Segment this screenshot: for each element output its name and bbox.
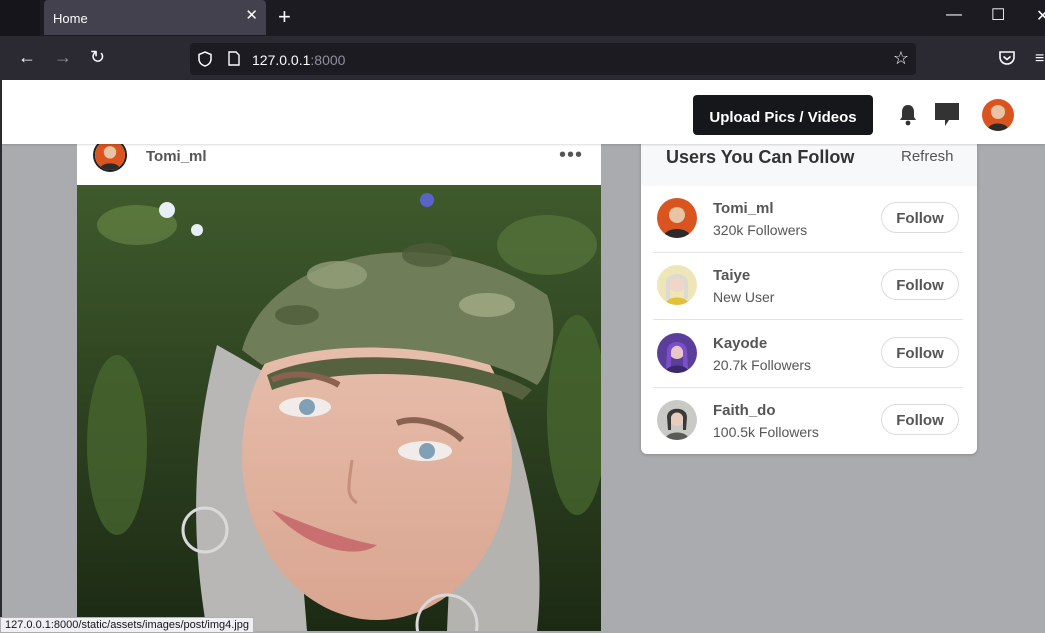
follow-button[interactable]: Follow: [881, 337, 959, 368]
user-followers: 320k Followers: [713, 222, 808, 238]
suggestions-title: Users You Can Follow: [666, 147, 855, 167]
suggestion-row: Tomi_ml 320k Followers Follow: [641, 186, 977, 253]
url-bar[interactable]: 127.0.0.1:8000 ☆: [190, 43, 916, 75]
browser-tab-bar: Home ✕ + — ☐ ✕: [0, 0, 1045, 36]
maximize-icon[interactable]: ☐: [991, 5, 1005, 25]
user-followers: 20.7k Followers: [713, 357, 812, 373]
close-window-icon[interactable]: ✕: [1036, 6, 1045, 26]
url-text[interactable]: 127.0.0.1:8000: [252, 52, 345, 68]
upload-button[interactable]: Upload Pics / Videos: [693, 95, 873, 135]
user-avatar[interactable]: [657, 265, 697, 305]
back-icon[interactable]: ←: [18, 47, 36, 68]
refresh-link[interactable]: Refresh: [901, 148, 954, 165]
suggestions-card: Users You Can Follow Refresh Tomi_ml 320…: [641, 130, 977, 454]
post-card: Tomi_ml •••: [77, 130, 601, 631]
reload-icon[interactable]: ↻: [90, 47, 105, 68]
user-name[interactable]: Faith_do: [713, 402, 776, 419]
post-username[interactable]: Tomi_ml: [146, 148, 207, 165]
suggestion-row: Kayode 20.7k Followers Follow: [641, 321, 977, 388]
app-header: Upload Pics / Videos: [2, 80, 1045, 144]
user-avatar[interactable]: [657, 400, 697, 440]
user-name[interactable]: Taiye: [713, 267, 750, 284]
menu-icon[interactable]: ≡: [1035, 50, 1044, 68]
user-followers: 100.5k Followers: [713, 424, 819, 440]
new-tab-icon[interactable]: +: [278, 4, 291, 30]
tab-title: Home: [53, 11, 88, 26]
more-options-icon[interactable]: •••: [559, 144, 583, 167]
suggestion-row: Faith_do 100.5k Followers Follow: [641, 388, 977, 454]
page-icon: [228, 51, 240, 66]
follow-button[interactable]: Follow: [881, 202, 959, 233]
status-bar-link-preview: 127.0.0.1:8000/static/assets/images/post…: [0, 617, 254, 632]
close-tab-icon[interactable]: ✕: [245, 6, 258, 24]
minimize-icon[interactable]: —: [946, 6, 962, 24]
browser-tab-home[interactable]: Home ✕: [44, 0, 266, 35]
user-avatar[interactable]: [657, 333, 697, 373]
tab-bar-spacer: [0, 0, 40, 36]
shield-icon[interactable]: [198, 51, 212, 67]
suggestion-row: Taiye New User Follow: [641, 253, 977, 320]
bell-icon[interactable]: [898, 104, 918, 126]
post-photo[interactable]: [77, 185, 601, 631]
user-name[interactable]: Tomi_ml: [713, 200, 774, 217]
page-content: Upload Pics / Videos Tomi_ml ••• Users Y…: [2, 80, 1045, 631]
message-icon[interactable]: [934, 102, 960, 128]
pocket-icon[interactable]: [998, 50, 1016, 66]
forward-icon[interactable]: →: [54, 47, 72, 68]
follow-button[interactable]: Follow: [881, 269, 959, 300]
follow-button[interactable]: Follow: [881, 404, 959, 435]
profile-avatar[interactable]: [982, 99, 1014, 131]
star-icon[interactable]: ☆: [893, 48, 909, 69]
user-avatar[interactable]: [657, 198, 697, 238]
user-name[interactable]: Kayode: [713, 335, 767, 352]
row-divider: [653, 319, 963, 320]
user-followers: New User: [713, 289, 775, 305]
